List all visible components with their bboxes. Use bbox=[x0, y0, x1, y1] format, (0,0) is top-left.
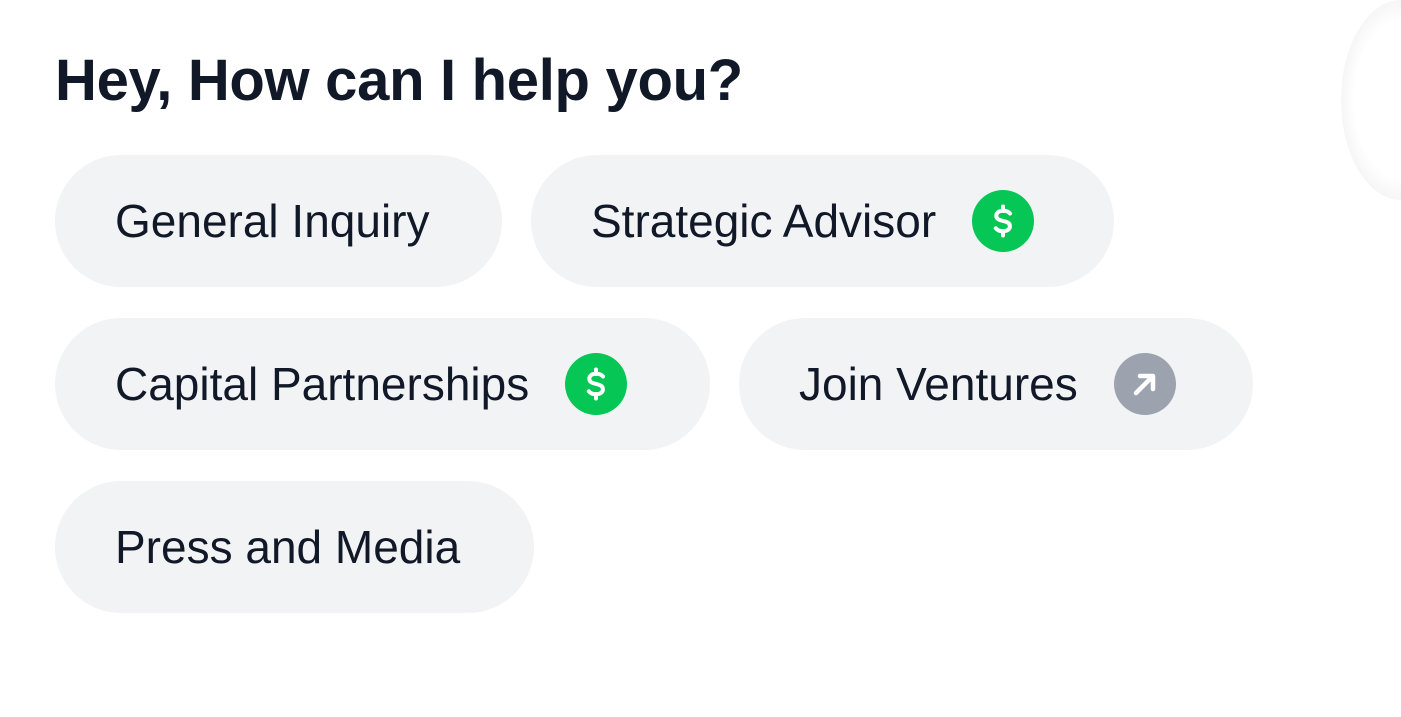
option-press-and-media[interactable]: Press and Media bbox=[55, 481, 534, 613]
dollar-icon bbox=[565, 353, 628, 415]
option-label: Strategic Advisor bbox=[591, 195, 937, 247]
page-title: Hey, How can I help you? bbox=[55, 48, 743, 113]
dollar-icon bbox=[972, 190, 1035, 252]
option-label: General Inquiry bbox=[115, 195, 430, 247]
option-label: Join Ventures bbox=[799, 358, 1078, 410]
external-arrow-icon bbox=[1113, 353, 1176, 415]
option-strategic-advisor[interactable]: Strategic Advisor bbox=[531, 155, 1114, 287]
option-capital-partnerships[interactable]: Capital Partnerships bbox=[55, 318, 710, 450]
option-label: Press and Media bbox=[115, 521, 461, 573]
option-join-ventures[interactable]: Join Ventures bbox=[739, 318, 1253, 450]
option-general-inquiry[interactable]: General Inquiry bbox=[55, 155, 502, 287]
panel-edge-shadow bbox=[1341, 0, 1401, 200]
option-label: Capital Partnerships bbox=[115, 358, 530, 410]
